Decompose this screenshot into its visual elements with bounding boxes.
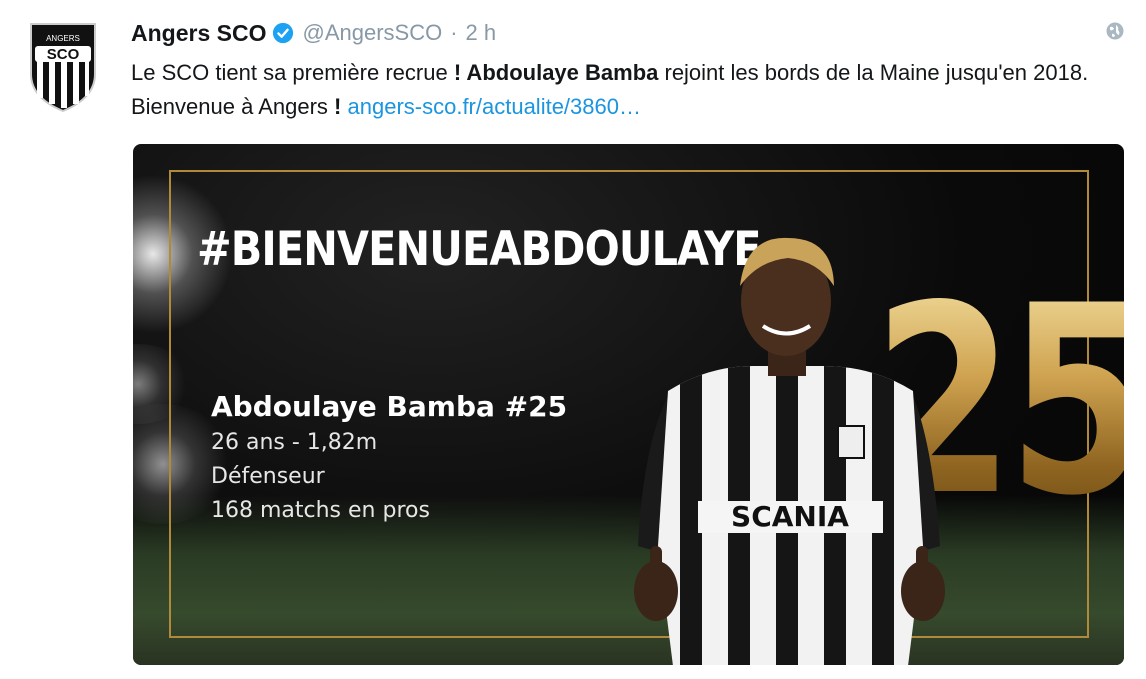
separator-dot: · xyxy=(450,20,458,45)
player-age-height: 26 ans - 1,82m xyxy=(211,430,378,455)
player-matches: 168 matchs en pros xyxy=(211,498,430,523)
author-name[interactable]: Angers SCO xyxy=(131,20,266,47)
tweet-text-bold: ! Abdoulaye Bamba xyxy=(453,60,659,85)
tweet-text-excl: ! xyxy=(334,94,342,119)
tweet-text-part1: Le SCO tient sa première recrue xyxy=(131,60,454,85)
svg-text:SCO: SCO xyxy=(47,46,80,63)
sponsor-text: SCANIA xyxy=(731,500,849,533)
globe-icon[interactable] xyxy=(1105,21,1125,41)
player-info: 26 ans - 1,82m Défenseur 168 matchs en p… xyxy=(211,426,430,528)
avatar[interactable]: ANGERS SCO xyxy=(27,18,99,114)
tweet-header: Angers SCO @AngersSCO · 2 h xyxy=(131,16,496,50)
tweet-link[interactable]: angers-sco.fr/actualite/3860… xyxy=(348,94,642,119)
verified-badge-icon xyxy=(273,22,294,44)
player-position: Défenseur xyxy=(211,464,325,489)
player-photo: SCANIA xyxy=(634,237,945,665)
tweet-text: Le SCO tient sa première recrue ! Abdoul… xyxy=(131,56,1121,124)
player-name: Abdoulaye Bamba #25 xyxy=(211,390,568,423)
svg-text:ANGERS: ANGERS xyxy=(46,34,80,43)
angers-sco-crest-icon: ANGERS SCO xyxy=(30,23,96,113)
tweet-timestamp[interactable]: 2 h xyxy=(466,20,497,46)
author-handle[interactable]: @AngersSCO xyxy=(302,20,442,46)
tweet-media-image[interactable]: #BIENVENUEABDOULAYE 25 Abdoulaye Bamba #… xyxy=(133,144,1124,665)
